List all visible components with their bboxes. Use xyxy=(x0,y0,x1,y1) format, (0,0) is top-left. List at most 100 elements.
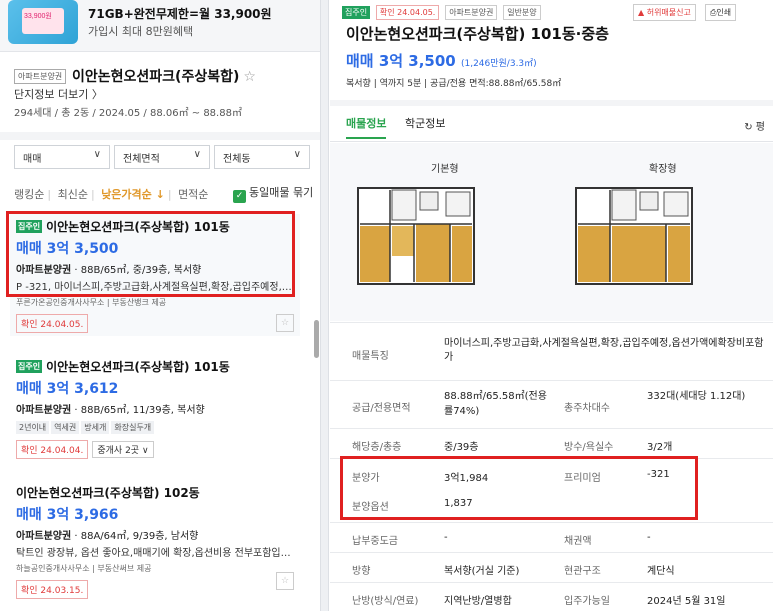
listing-agent: 푸른가온공인중개사사무소 | 부동산뱅크 제공 xyxy=(16,298,167,307)
listing-desc-type: 아파트분양권 xyxy=(16,531,72,542)
ad-line1: 71GB+완전무제한=월 33,900원 xyxy=(88,7,272,21)
row-value: - xyxy=(444,532,448,543)
complex-title: 이안논현오션파크(주상복합) ☆ xyxy=(72,66,256,86)
row-value: 중/39층 xyxy=(444,442,479,453)
row-label: 입주가능일 xyxy=(564,596,610,607)
sort-latest[interactable]: 최신순 xyxy=(58,188,88,201)
row-label: 해당층/총층 xyxy=(352,442,402,453)
scrollbar-thumb[interactable] xyxy=(314,320,319,358)
info-row: 납부중도금 - 채권액 - xyxy=(330,522,773,552)
row-value: 2024년 5월 31일 xyxy=(647,596,726,607)
ad-banner[interactable]: 33,900원 71GB+완전무제한=월 33,900원 가입시 최대 8만원혜… xyxy=(0,0,320,52)
listing-agent: 하늘공인중개사사무소 | 부동산써브 제공 xyxy=(16,564,152,573)
detail-title: 이안논현오션파크(주상복합) 101동·중층 xyxy=(346,25,609,43)
confirm-date: 확인 24.04.04. xyxy=(16,440,89,459)
favorite-star-icon[interactable]: ☆ xyxy=(243,69,256,85)
trade-type-select[interactable]: 매매 ∨ xyxy=(14,145,110,169)
row-label: 총주차대수 xyxy=(564,403,610,414)
pyeong-toggle[interactable]: ↻ 평 xyxy=(744,118,765,133)
check-icon: ✓ xyxy=(233,190,246,203)
listing-price: 매매 3억 3,612 xyxy=(16,381,119,397)
row-value: 복서향(거실 기준) xyxy=(444,566,520,577)
detail-panel: 집주인 확인 24.04.05. 아파트분양권 일반분양 ▲ 허위매물신고 ⎙인… xyxy=(330,0,773,611)
sort-ranking[interactable]: 랭킹순 xyxy=(14,188,44,201)
plan-label-extended: 확장형 xyxy=(649,164,677,175)
floorplan-extended-image[interactable] xyxy=(574,186,694,286)
detail-tags: 집주인 확인 24.04.05. 아파트분양권 일반분양 xyxy=(342,4,543,20)
chevron-down-icon: ∨ xyxy=(93,149,101,160)
trade-type-value: 매매 xyxy=(23,154,42,165)
info-row: 공급/전용면적 88.88㎡/65.58㎡(전용률74%) 총주차대수 332대… xyxy=(330,380,773,428)
ad-thumbnail: 33,900원 xyxy=(8,0,78,44)
sale-tag: 일반분양 xyxy=(503,5,541,20)
info-row: 해당층/총층 중/39층 방수/욕실수 3/2개 xyxy=(330,428,773,458)
row-value: - xyxy=(647,532,651,543)
complex-summary: 294세대 / 총 2동 / 2024.05 / 88.06㎡ ~ 88.88㎡ xyxy=(14,108,242,119)
row-value: 계단식 xyxy=(647,566,675,577)
row-label: 방수/욕실수 xyxy=(564,442,614,453)
detail-summary: 복서향 | 역까지 5분 | 공급/전용 면적:88.88㎡/65.58㎡ xyxy=(346,79,562,89)
row-value: 332대(세대당 1.12대) xyxy=(647,391,746,402)
row-label: 채권액 xyxy=(564,536,592,547)
info-row: 난방(방식/연료) 지역난방/열병합 입주가능일 2024년 5월 31일 xyxy=(330,582,773,611)
info-row: 매물특징 마이너스피,주방고급화,사계절욕실편,확장,곱입주예정,옵션가액에확장… xyxy=(330,322,773,380)
listing-feature: 탁트인 광장뷰, 옵션 좋아요,매매기에 확장,옵션비용 전부포함입니다 xyxy=(16,548,294,559)
chip: 화장실두개 xyxy=(111,421,155,434)
area-select[interactable]: 전체면적 ∨ xyxy=(114,145,210,169)
row-value: 3/2개 xyxy=(647,442,673,453)
same-listing-checkbox[interactable]: ✓ 동일매물 묶기 xyxy=(233,184,313,203)
sort-area[interactable]: 면적순 xyxy=(178,188,208,201)
listing-desc-type: 아파트분양권 xyxy=(16,405,72,416)
panel-divider[interactable] xyxy=(320,0,329,611)
tab-school-info[interactable]: 학군정보 xyxy=(405,115,445,137)
listing-panel: 33,900원 71GB+완전무제한=월 33,900원 가입시 최대 8만원혜… xyxy=(0,0,320,611)
listing-item[interactable]: 이안논현오션파크(주상복합) 102동 매매 3억 3,966 아파트분양권 ·… xyxy=(10,484,300,600)
chip: 방세개 xyxy=(81,421,110,434)
favorite-star-icon[interactable]: ☆ xyxy=(276,314,294,332)
listing-desc-text: · 88B/65㎡, 11/39층, 복서향 xyxy=(71,405,205,416)
detail-tabs: 매물정보 학군정보 ↻ 평 xyxy=(330,112,773,142)
ad-line2: 가입시 최대 8만원혜택 xyxy=(88,25,194,38)
chevron-down-icon: ∨ xyxy=(193,149,201,160)
complex-type-tag: 아파트분양권 xyxy=(14,69,67,84)
listing-title: 이안논현오션파크(주상복합) 102동 xyxy=(16,486,200,500)
tab-listing-info[interactable]: 매물정보 xyxy=(346,115,387,139)
confirm-date: 확인 24.03.15. xyxy=(16,580,89,599)
row-label: 매물특징 xyxy=(352,351,389,362)
complex-name: 이안논현오션파크(주상복합) xyxy=(72,69,240,85)
detail-price-per: (1,246만원/3.3㎡) xyxy=(460,59,537,69)
ad-thumb-text: 33,900원 xyxy=(22,8,64,34)
row-label: 납부중도금 xyxy=(352,536,398,547)
chevron-down-icon: ∨ xyxy=(293,149,301,160)
complex-info-link[interactable]: 단지정보 더보기 〉 xyxy=(14,86,103,102)
listing-title: 집주인 이안논현오션파크(주상복합) 101동 xyxy=(16,358,294,375)
print-label: 인쇄 xyxy=(716,8,732,17)
report-button[interactable]: ▲ 허위매물신고 xyxy=(633,4,696,21)
dong-select[interactable]: 전체동 ∨ xyxy=(214,145,310,169)
row-value: 지역난방/열병합 xyxy=(444,596,512,607)
alert-icon: ▲ xyxy=(638,8,645,17)
favorite-star-icon[interactable]: ☆ xyxy=(276,572,294,590)
floorplan-basic-image[interactable] xyxy=(356,186,476,286)
listing-item[interactable]: 집주인 이안논현오션파크(주상복합) 101동 매매 3억 3,612 아파트분양… xyxy=(10,358,300,468)
sort-options: 랭킹순 | 최신순 | 낮은가격순 ↓ | 면적순 xyxy=(14,188,209,201)
owner-badge: 집주인 xyxy=(16,360,43,373)
listing-price: 매매 3억 3,966 xyxy=(16,507,119,523)
section-divider xyxy=(330,100,773,106)
chip: 2년이내 xyxy=(16,421,50,434)
plan-label-basic: 기본형 xyxy=(431,164,459,175)
dong-value: 전체동 xyxy=(223,154,251,165)
detail-price-value: 매매 3억 3,500 xyxy=(346,52,456,70)
report-label: 허위매물신고 xyxy=(646,8,691,17)
confirm-date: 확인 24.04.05. xyxy=(16,314,89,333)
sort-low-price[interactable]: 낮은가격순 ↓ xyxy=(101,188,165,201)
chip: 역세권 xyxy=(51,421,80,434)
info-row: 방향 복서향(거실 기준) 현관구조 계단식 xyxy=(330,552,773,582)
highlight-box xyxy=(340,456,698,520)
print-button[interactable]: ⎙인쇄 xyxy=(705,4,737,21)
brokers-dropdown[interactable]: 중개사 2곳 ∨ xyxy=(92,441,154,458)
type-tag: 아파트분양권 xyxy=(445,5,498,20)
listing-title-text: 이안논현오션파크(주상복합) 101동 xyxy=(46,360,230,374)
row-label: 공급/전용면적 xyxy=(352,403,411,414)
area-value: 전체면적 xyxy=(123,154,160,165)
